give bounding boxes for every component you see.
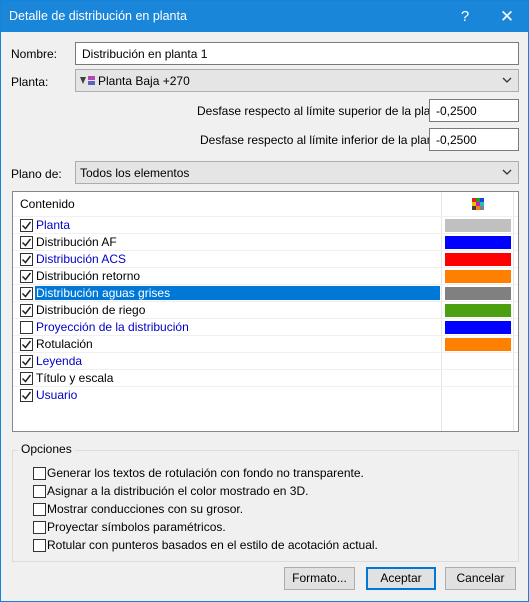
color-swatch[interactable] (445, 321, 511, 334)
desfase-sup-input[interactable]: -0,2500 (429, 99, 519, 122)
planta-select[interactable]: Planta Baja +270 (75, 69, 519, 92)
checkbox-box[interactable] (33, 521, 46, 534)
list-item[interactable]: Distribución aguas grises (13, 284, 518, 301)
row-label: Planta (36, 218, 71, 232)
close-button[interactable]: ✕ (487, 1, 527, 32)
checkbox-box[interactable] (33, 467, 46, 480)
color-swatch[interactable] (445, 287, 511, 300)
list-item[interactable]: Título y escala (13, 369, 518, 386)
color-swatch[interactable] (445, 270, 511, 283)
row-checkbox[interactable] (20, 338, 33, 351)
nombre-value: Distribución en planta 1 (82, 47, 208, 61)
row-checkbox[interactable] (20, 253, 33, 266)
color-swatch[interactable] (445, 236, 511, 249)
row-label: Leyenda (36, 354, 83, 368)
desfase-sup-value: -0,2500 (436, 104, 477, 118)
content-list[interactable]: Contenido Planta Distribución AF Distribuc… (12, 191, 519, 432)
option-label: Generar los textos de rotulación con fon… (47, 466, 364, 480)
planta-label: Planta: (11, 75, 49, 89)
option-label: Mostrar conducciones con su grosor. (47, 502, 244, 516)
planta-value: Planta Baja +270 (98, 74, 190, 88)
row-label: Usuario (36, 388, 78, 402)
desfase-inf-value: -0,2500 (436, 133, 477, 147)
checkbox-box[interactable] (33, 539, 46, 552)
chevron-down-icon (502, 165, 512, 179)
desfase-sup-label: Desfase respecto al límite superior de l… (197, 104, 451, 118)
plano-value: Todos los elementos (80, 166, 190, 180)
formato-button[interactable]: Formato... (284, 567, 355, 590)
row-label: Distribución aguas grises (35, 286, 440, 300)
help-button[interactable]: ? (445, 1, 485, 32)
color-palette-icon[interactable] (472, 198, 484, 210)
list-item[interactable]: Distribución de riego (13, 301, 518, 318)
color-swatch[interactable] (445, 253, 511, 266)
title-bar: Detalle de distribución en planta ? ✕ (1, 1, 528, 32)
option-label: Rotular con punteros basados en el estil… (47, 538, 378, 552)
list-item[interactable]: Planta (13, 216, 518, 233)
option-label: Asignar a la distribución el color mostr… (47, 484, 309, 498)
cancelar-button[interactable]: Cancelar (445, 567, 516, 590)
nombre-label: Nombre: (11, 47, 58, 61)
row-checkbox[interactable] (20, 389, 33, 402)
color-swatch[interactable] (445, 338, 511, 351)
window-title: Detalle de distribución en planta (9, 9, 187, 23)
list-item[interactable]: Distribución AF (13, 233, 518, 250)
row-label: Distribución ACS (36, 252, 127, 266)
row-checkbox[interactable] (20, 236, 33, 249)
row-checkbox[interactable] (20, 304, 33, 317)
plano-select[interactable]: Todos los elementos (75, 161, 519, 184)
list-item[interactable]: Usuario (13, 386, 518, 403)
row-checkbox[interactable] (20, 372, 33, 385)
option-label: Proyectar símbolos paramétricos. (47, 520, 226, 534)
row-label: Distribución AF (36, 235, 117, 249)
list-item[interactable]: Distribución ACS (13, 250, 518, 267)
color-swatch[interactable] (445, 304, 511, 317)
checkbox-box[interactable] (33, 485, 46, 498)
color-swatch[interactable] (445, 219, 511, 232)
row-label: Distribución de riego (36, 303, 146, 317)
column-contenido: Contenido (20, 197, 75, 211)
row-label: Distribución retorno (36, 269, 141, 283)
level-icon (80, 75, 96, 87)
list-header: Contenido (13, 192, 518, 216)
row-checkbox[interactable] (20, 321, 33, 334)
aceptar-button[interactable]: Aceptar (366, 567, 436, 590)
row-checkbox[interactable] (20, 355, 33, 368)
row-checkbox[interactable] (20, 287, 33, 300)
row-checkbox[interactable] (20, 219, 33, 232)
row-label: Rotulación (36, 337, 93, 351)
list-item[interactable]: Distribución retorno (13, 267, 518, 284)
checkbox-box[interactable] (33, 503, 46, 516)
list-item[interactable]: Rotulación (13, 335, 518, 352)
desfase-inf-input[interactable]: -0,2500 (429, 128, 519, 151)
plano-label: Plano de: (11, 167, 62, 181)
dialog-window: Detalle de distribución en planta ? ✕ No… (0, 0, 529, 602)
opciones-title: Opciones (18, 442, 75, 456)
row-checkbox[interactable] (20, 270, 33, 283)
row-label: Título y escala (36, 371, 114, 385)
nombre-input[interactable]: Distribución en planta 1 (75, 42, 519, 65)
list-item[interactable]: Leyenda (13, 352, 518, 369)
row-label: Proyección de la distribución (36, 320, 189, 334)
desfase-inf-label: Desfase respecto al límite inferior de l… (200, 133, 447, 147)
chevron-down-icon (502, 73, 512, 87)
list-item[interactable]: Proyección de la distribución (13, 318, 518, 335)
